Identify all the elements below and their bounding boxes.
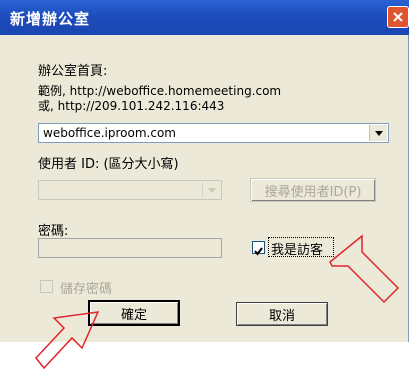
arrow-guest-annotation <box>329 234 400 304</box>
arrow-ok-annotation <box>35 311 100 370</box>
annotation-overlay <box>35 234 400 370</box>
